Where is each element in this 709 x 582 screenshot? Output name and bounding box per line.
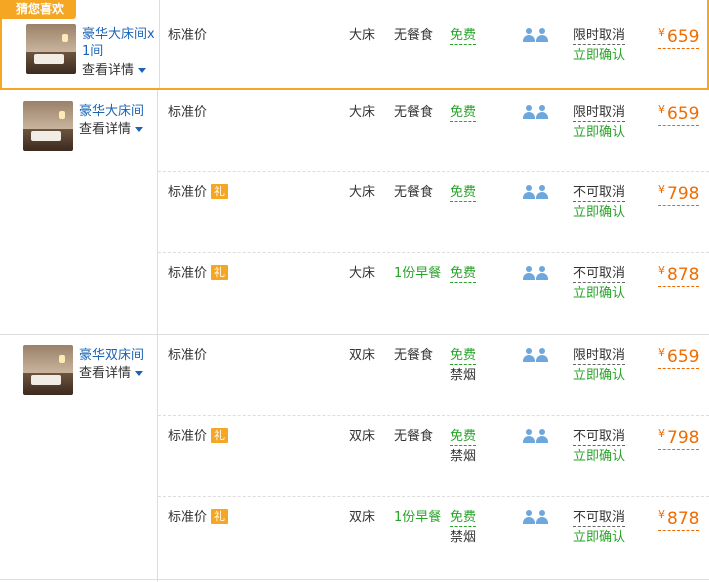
rate-plan: 标准价礼 [168,265,229,282]
rate-row: 标准价礼 大床 无餐食 免费 不可取消 立即确认 ¥798 [158,172,709,253]
wifi-free[interactable]: 免费 [450,184,477,202]
instant-confirm: 立即确认 [573,286,626,301]
rate-row: 标准价 双床 无餐食 免费 禁烟 限时取消 立即确认 ¥659 [158,335,709,416]
bed-type: 大床 [349,105,376,120]
cancel-policy[interactable]: 限时取消 [573,27,626,45]
gift-badge[interactable]: 礼 [211,184,229,199]
no-smoking: 禁烟 [450,530,477,545]
room-name-link[interactable]: 豪华大床间x 1间 [82,26,158,60]
price[interactable]: ¥659 [658,343,700,369]
bed-type: 双床 [349,510,376,525]
room-name-link[interactable]: 豪华大床间 [79,103,144,120]
wifi-free[interactable]: 免费 [450,428,477,446]
two-guests-icon[interactable] [523,105,549,119]
bed-type: 双床 [349,348,376,363]
two-guests-icon[interactable] [523,266,549,280]
instant-confirm: 立即确认 [573,368,626,383]
instant-confirm: 立即确认 [573,125,626,140]
chevron-down-icon [138,68,147,73]
meal-info: 1份早餐 [394,266,442,281]
price[interactable]: ¥878 [658,261,700,287]
rate-plan: 标准价 [168,105,208,120]
rate-plan: 标准价礼 [168,184,229,201]
cancel-policy[interactable]: 限时取消 [573,104,626,122]
cancel-policy[interactable]: 不可取消 [573,509,626,527]
price[interactable]: ¥878 [658,505,700,531]
favorite-room-group: 猜您喜欢 豪华大床间x 1间 查看详情 标准价 大床 无餐食 免费 限时取消 立… [0,0,709,90]
rate-row: 标准价 大床 无餐食 免费 限时取消 立即确认 ¥659 [158,0,709,88]
instant-confirm: 立即确认 [573,449,626,464]
two-guests-icon[interactable] [523,185,549,199]
wifi-free[interactable]: 免费 [450,104,477,122]
instant-confirm: 立即确认 [573,205,626,220]
chevron-down-icon [135,371,144,376]
room-name-link[interactable]: 豪华双床间 [79,347,144,364]
gift-badge[interactable]: 礼 [211,265,229,280]
cancel-policy[interactable]: 不可取消 [573,184,626,202]
rate-plan: 标准价 [168,28,208,43]
bed-type: 双床 [349,429,376,444]
cancel-policy[interactable]: 不可取消 [573,428,626,446]
view-details-toggle[interactable]: 查看详情 [82,62,147,79]
cancel-policy[interactable]: 不可取消 [573,265,626,283]
bed-type: 大床 [349,28,376,43]
meal-info: 无餐食 [394,429,434,444]
rate-row: 标准价礼 双床 无餐食 免费 禁烟 不可取消 立即确认 ¥798 [158,416,709,497]
rate-plan: 标准价礼 [168,509,229,526]
room-group: 豪华大床间 查看详情 标准价 大床 无餐食 免费 限时取消 立即确认 ¥659 … [0,90,709,335]
instant-confirm: 立即确认 [573,48,626,63]
wifi-free[interactable]: 免费 [450,27,477,45]
price[interactable]: ¥659 [658,100,700,126]
meal-info: 1份早餐 [394,510,442,525]
two-guests-icon[interactable] [523,429,549,443]
meal-info: 无餐食 [394,105,434,120]
two-guests-icon[interactable] [523,28,549,42]
two-guests-icon[interactable] [523,510,549,524]
room-info-cell: 豪华双床间 查看详情 [0,335,158,582]
rate-row: 标准价礼 双床 1份早餐 免费 禁烟 不可取消 立即确认 ¥878 [158,497,709,577]
meal-info: 无餐食 [394,28,434,43]
wifi-free[interactable]: 免费 [450,265,477,283]
chevron-down-icon [135,127,144,132]
meal-info: 无餐食 [394,348,434,363]
no-smoking: 禁烟 [450,368,477,383]
rate-row: 标准价礼 大床 1份早餐 免费 不可取消 立即确认 ¥878 [158,253,709,335]
rate-plan: 标准价 [168,348,208,363]
rate-plan: 标准价礼 [168,428,229,445]
price[interactable]: ¥798 [658,180,700,206]
cancel-policy[interactable]: 限时取消 [573,347,626,365]
favorite-tag: 猜您喜欢 [2,0,77,19]
bed-type: 大床 [349,266,376,281]
room-thumbnail[interactable] [26,24,76,74]
view-details-toggle[interactable]: 查看详情 [79,365,144,382]
gift-badge[interactable]: 礼 [211,509,229,524]
rate-row: 标准价 大床 无餐食 免费 限时取消 立即确认 ¥659 [158,90,709,172]
bed-type: 大床 [349,185,376,200]
room-info-cell: 豪华大床间 查看详情 [0,90,158,335]
price[interactable]: ¥659 [658,23,700,49]
no-smoking: 禁烟 [450,449,477,464]
price[interactable]: ¥798 [658,424,700,450]
room-group: 豪华双床间 查看详情 标准价 双床 无餐食 免费 禁烟 限时取消 立即确认 ¥6… [0,335,709,582]
view-details-toggle[interactable]: 查看详情 [79,121,144,138]
room-thumbnail[interactable] [23,345,73,395]
group-divider [0,579,709,580]
room-thumbnail[interactable] [23,101,73,151]
wifi-free[interactable]: 免费 [450,347,477,365]
meal-info: 无餐食 [394,185,434,200]
instant-confirm: 立即确认 [573,530,626,545]
two-guests-icon[interactable] [523,348,549,362]
wifi-free[interactable]: 免费 [450,509,477,527]
gift-badge[interactable]: 礼 [211,428,229,443]
